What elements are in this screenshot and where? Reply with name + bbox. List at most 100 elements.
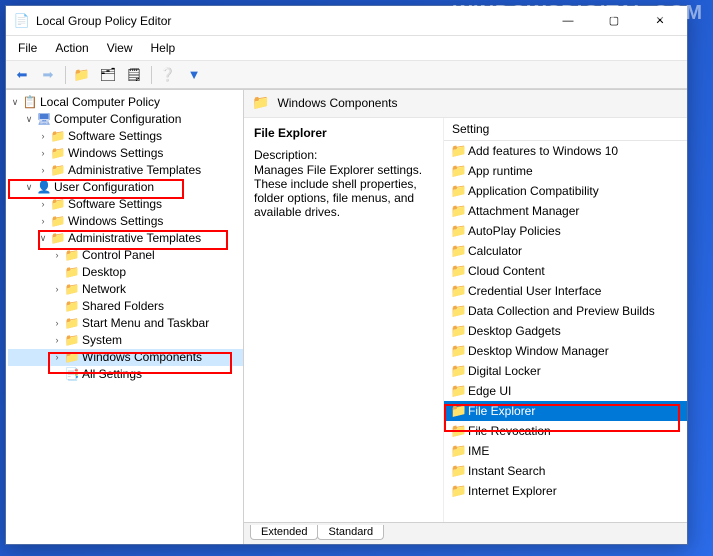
list-item-label: App runtime: [468, 164, 533, 178]
tree-uc-software-settings[interactable]: › 📁 Software Settings: [8, 196, 243, 213]
help-button[interactable]: ❔: [156, 64, 180, 86]
chevron-down-icon[interactable]: ∨: [36, 230, 50, 247]
list-item[interactable]: 📁Application Compatibility: [444, 181, 687, 201]
forward-button[interactable]: ➡: [36, 64, 60, 86]
chevron-right-icon[interactable]: ›: [36, 196, 50, 213]
detail-title: Windows Components: [277, 96, 397, 110]
menubar: File Action View Help: [6, 36, 687, 61]
tree-computer-configuration[interactable]: ∨ 🖥 Computer Configuration: [8, 111, 243, 128]
list-item[interactable]: 📁Cloud Content: [444, 261, 687, 281]
list-item-label: Desktop Gadgets: [468, 324, 561, 338]
folder-icon: 📁: [50, 130, 66, 144]
chevron-right-icon[interactable]: ›: [36, 145, 50, 162]
tree-cc-windows-settings[interactable]: › 📁 Windows Settings: [8, 145, 243, 162]
up-button[interactable]: 📁: [70, 64, 94, 86]
folder-icon: 📁: [252, 94, 269, 111]
folder-icon: 📁: [64, 317, 80, 331]
folder-icon: 📁: [64, 266, 80, 280]
chevron-right-icon[interactable]: ›: [50, 315, 64, 332]
tab-extended[interactable]: Extended: [250, 525, 318, 540]
menu-action[interactable]: Action: [53, 39, 90, 57]
list-item-label: Desktop Window Manager: [468, 344, 609, 358]
tab-standard[interactable]: Standard: [317, 525, 384, 540]
list-item[interactable]: 📁IME: [444, 441, 687, 461]
list-item[interactable]: 📁File Explorer: [444, 401, 687, 421]
menu-view[interactable]: View: [105, 39, 135, 57]
console-tree[interactable]: ∨ 📋 Local Computer Policy ∨ 🖥 Computer C…: [6, 90, 244, 544]
tree-shared-folders[interactable]: 📁 Shared Folders: [8, 298, 243, 315]
folder-icon: 📁: [50, 232, 66, 246]
properties-button[interactable]: 🗒: [122, 64, 146, 86]
column-header-setting[interactable]: Setting: [444, 118, 687, 141]
tree-uc-windows-settings[interactable]: › 📁 Windows Settings: [8, 213, 243, 230]
chevron-right-icon[interactable]: ›: [50, 281, 64, 298]
folder-icon: 📁: [450, 443, 468, 459]
list-item[interactable]: 📁App runtime: [444, 161, 687, 181]
tree-system[interactable]: › 📁 System: [8, 332, 243, 349]
menu-help[interactable]: Help: [149, 39, 178, 57]
tree-cc-admin-templates[interactable]: › 📁 Administrative Templates: [8, 162, 243, 179]
show-hide-tree-button[interactable]: 🗂: [96, 64, 120, 86]
tree-label: Local Computer Policy: [40, 94, 160, 111]
tree-uc-admin-templates[interactable]: ∨ 📁 Administrative Templates: [8, 230, 243, 247]
toolbar: ⬅ ➡ 📁 🗂 🗒 ❔ ▼: [6, 61, 687, 89]
list-item[interactable]: 📁Add features to Windows 10: [444, 141, 687, 161]
tree-start-menu[interactable]: › 📁 Start Menu and Taskbar: [8, 315, 243, 332]
chevron-right-icon[interactable]: ›: [36, 213, 50, 230]
tree-network[interactable]: › 📁 Network: [8, 281, 243, 298]
back-button[interactable]: ⬅: [10, 64, 34, 86]
settings-icon: 📑: [64, 368, 80, 382]
description-column: File Explorer Description: Manages File …: [244, 118, 444, 522]
list-item-label: AutoPlay Policies: [468, 224, 561, 238]
tree-control-panel[interactable]: › 📁 Control Panel: [8, 247, 243, 264]
tree-user-configuration[interactable]: ∨ 👤 User Configuration: [8, 179, 243, 196]
menu-file[interactable]: File: [16, 39, 39, 57]
tree-label: User Configuration: [54, 179, 154, 196]
folder-icon: 📁: [450, 423, 468, 439]
tree-cc-software-settings[interactable]: › 📁 Software Settings: [8, 128, 243, 145]
content-area: ∨ 📋 Local Computer Policy ∨ 🖥 Computer C…: [6, 89, 687, 544]
chevron-right-icon[interactable]: ›: [50, 349, 64, 366]
list-item[interactable]: 📁Credential User Interface: [444, 281, 687, 301]
folder-icon: 📁: [450, 243, 468, 259]
tree-root-node[interactable]: ∨ 📋 Local Computer Policy: [8, 94, 243, 111]
list-item[interactable]: 📁Desktop Window Manager: [444, 341, 687, 361]
list-item[interactable]: 📁Desktop Gadgets: [444, 321, 687, 341]
view-tabs: Extended Standard: [244, 522, 687, 544]
tree-label: System: [82, 332, 122, 349]
list-item[interactable]: 📁AutoPlay Policies: [444, 221, 687, 241]
filter-button[interactable]: ▼: [182, 64, 206, 86]
folder-icon: 📁: [450, 303, 468, 319]
list-item[interactable]: 📁Digital Locker: [444, 361, 687, 381]
chevron-right-icon[interactable]: ›: [36, 128, 50, 145]
list-item-label: Cloud Content: [468, 264, 545, 278]
no-expand-icon: [50, 298, 64, 315]
tree-windows-components[interactable]: › 📁 Windows Components: [8, 349, 243, 366]
folder-icon: 📁: [450, 383, 468, 399]
tree-label: Control Panel: [82, 247, 155, 264]
list-item[interactable]: 📁Data Collection and Preview Builds: [444, 301, 687, 321]
list-item[interactable]: 📁File Revocation: [444, 421, 687, 441]
chevron-right-icon[interactable]: ›: [50, 332, 64, 349]
tree-label: Start Menu and Taskbar: [82, 315, 209, 332]
folder-icon: 📁: [64, 300, 80, 314]
tree-label: Windows Components: [82, 349, 202, 366]
chevron-right-icon[interactable]: ›: [36, 162, 50, 179]
detail-header: 📁 Windows Components: [244, 90, 687, 118]
list-item[interactable]: 📁Attachment Manager: [444, 201, 687, 221]
list-item[interactable]: 📁Edge UI: [444, 381, 687, 401]
settings-list[interactable]: 📁Add features to Windows 10📁App runtime📁…: [444, 141, 687, 522]
chevron-down-icon[interactable]: ∨: [22, 111, 36, 128]
chevron-down-icon[interactable]: ∨: [8, 94, 22, 111]
tree-all-settings[interactable]: 📑 All Settings: [8, 366, 243, 383]
list-item-label: Edge UI: [468, 384, 511, 398]
list-item-label: Calculator: [468, 244, 522, 258]
tree-label: Network: [82, 281, 126, 298]
list-item[interactable]: 📁Internet Explorer: [444, 481, 687, 501]
tree-label: Shared Folders: [82, 298, 164, 315]
chevron-down-icon[interactable]: ∨: [22, 179, 36, 196]
chevron-right-icon[interactable]: ›: [50, 247, 64, 264]
tree-desktop[interactable]: 📁 Desktop: [8, 264, 243, 281]
list-item[interactable]: 📁Calculator: [444, 241, 687, 261]
list-item[interactable]: 📁Instant Search: [444, 461, 687, 481]
